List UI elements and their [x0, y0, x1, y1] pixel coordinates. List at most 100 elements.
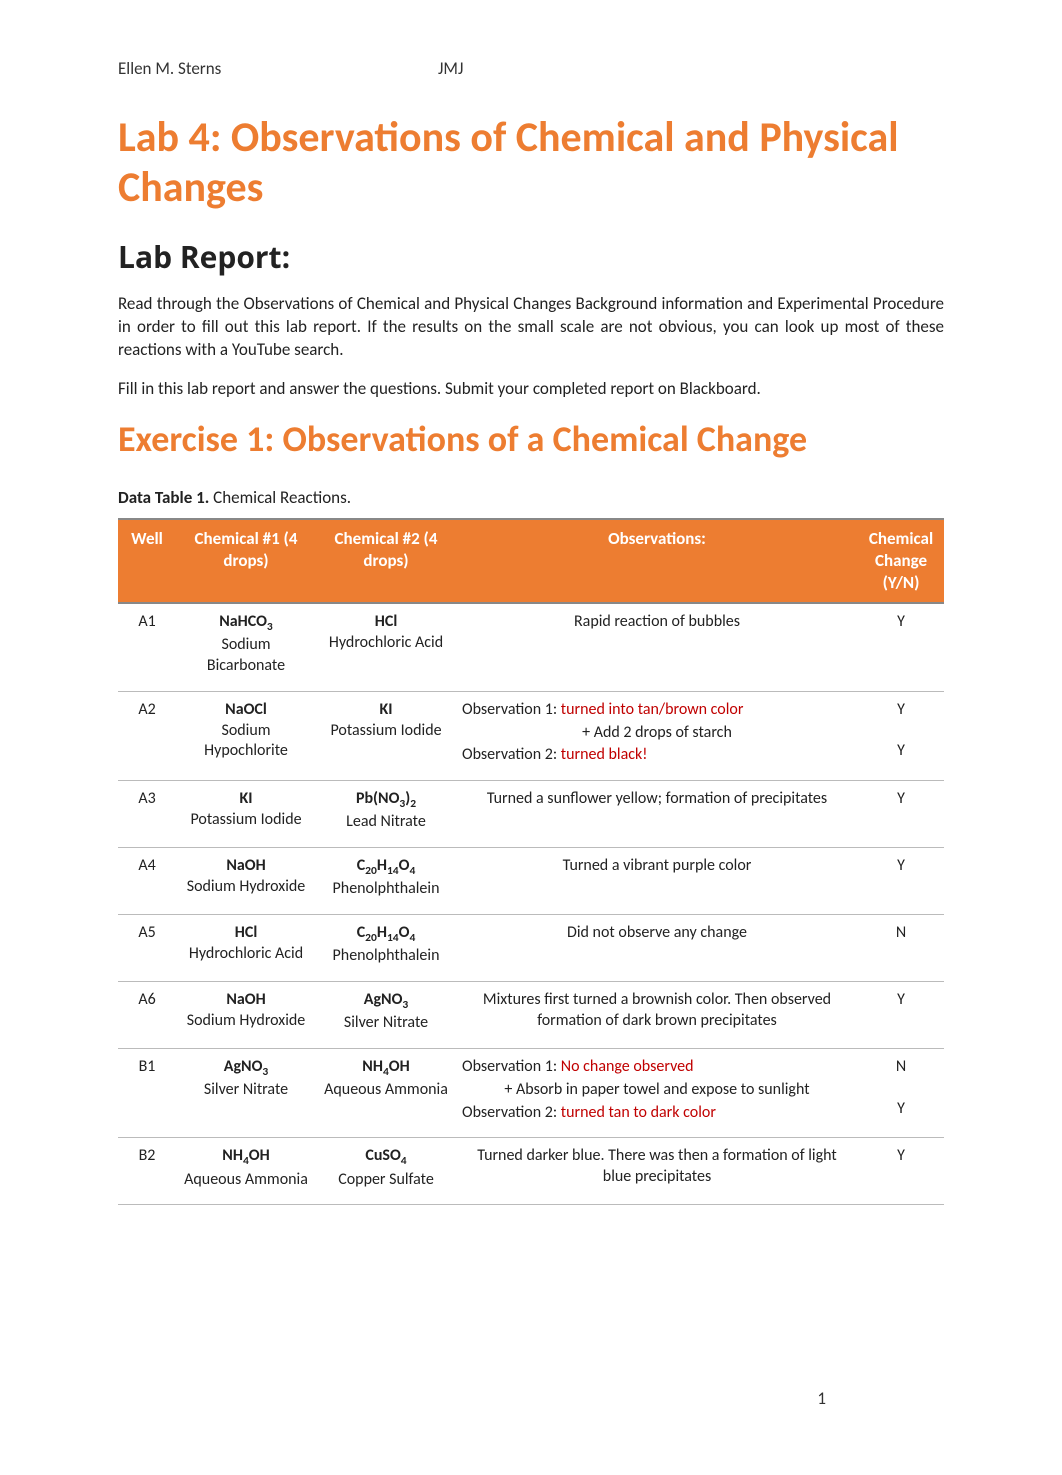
observation-red-text: turned into tan/brown color — [561, 700, 744, 719]
cell-observations: Turned a sunflower yellow; formation of … — [456, 781, 858, 848]
observation-red-text: turned tan to dark color — [561, 1103, 716, 1122]
col-change: Chemical Change (Y/N) — [858, 519, 944, 603]
change-value: N — [864, 923, 938, 944]
observation-line: Observation 1: No change observed — [462, 1057, 852, 1078]
table-body: A1NaHCO3Sodium Bicarbonate HCl Hydrochlori… — [118, 603, 944, 1205]
cell-change: Y Y — [858, 691, 944, 780]
chem1-name: Hydrochloric Acid — [182, 944, 310, 965]
col-chem1: Chemical #1 (4 drops) — [176, 519, 316, 603]
chem1-formula: HCl — [235, 923, 258, 942]
cell-change: N — [858, 915, 944, 982]
table-caption: Data Table 1. Chemical Reactions. — [118, 487, 944, 508]
cell-chem2: KIPotassium Iodide — [316, 691, 456, 780]
table-header-row: Well Chemical #1 (4 drops) Chemical #2 (… — [118, 519, 944, 603]
observation-line: Observation 2: turned tan to dark color — [462, 1103, 852, 1124]
chem1-name: Sodium Hydroxide — [182, 1011, 310, 1032]
change-value: Y — [864, 741, 938, 762]
cell-well: A2 — [118, 691, 176, 780]
table-row: A2NaOClSodium HypochloriteKIPotassium Io… — [118, 691, 944, 780]
chem2-formula: KI — [379, 700, 392, 719]
page-number: 1 — [817, 1388, 826, 1409]
observation-prefix: Observation 2: — [462, 1103, 561, 1122]
header-center: JMJ — [438, 58, 463, 79]
change-value: N — [864, 1057, 938, 1078]
observation-prefix: Observation 2: — [462, 745, 561, 764]
observation-text: Mixtures first turned a brownish color. … — [462, 990, 852, 1032]
cell-change: Y — [858, 781, 944, 848]
author-name: Ellen M. Sterns — [118, 58, 438, 79]
cell-chem1: NaHCO3Sodium Bicarbonate — [176, 603, 316, 691]
cell-well: A6 — [118, 982, 176, 1049]
cell-chem1: KIPotassium Iodide — [176, 781, 316, 848]
observation-line: Observation 2: turned black! — [462, 745, 852, 766]
cell-chem1: NaOHSodium Hydroxide — [176, 982, 316, 1049]
table-row: A6NaOHSodium Hydroxide AgNO3 Silver Nitrat… — [118, 982, 944, 1049]
cell-chem1: NaOClSodium Hypochlorite — [176, 691, 316, 780]
chem2-formula: CuSO4 — [365, 1146, 406, 1165]
change-value: Y — [864, 990, 938, 1011]
change-value — [864, 721, 938, 742]
chem2-formula: C20H14O4 — [357, 923, 416, 942]
chem1-name: Sodium Hydroxide — [182, 877, 310, 898]
cell-chem2: C20H14O4Phenolphthalein — [316, 848, 456, 915]
chem2-formula: C20H14O4 — [357, 856, 416, 875]
chem2-formula: Pb(NO3)2 — [356, 789, 416, 808]
chem1-name: Aqueous Ammonia — [182, 1170, 310, 1191]
observation-text: Turned darker blue. There was then a for… — [462, 1146, 852, 1188]
change-value: Y — [864, 700, 938, 721]
cell-change: Y — [858, 603, 944, 691]
observation-text: Turned a vibrant purple color — [462, 856, 852, 877]
cell-observations: Turned a vibrant purple color — [456, 848, 858, 915]
cell-change: Y — [858, 848, 944, 915]
table-caption-rest: Chemical Reactions. — [209, 487, 351, 508]
cell-chem1: NaOH Sodium Hydroxide — [176, 848, 316, 915]
cell-well: B1 — [118, 1049, 176, 1138]
chem1-name: Sodium Hypochlorite — [182, 721, 310, 763]
cell-observations: Mixtures first turned a brownish color. … — [456, 982, 858, 1049]
cell-chem1: AgNO3Silver Nitrate — [176, 1049, 316, 1138]
chem1-formula: AgNO3 — [224, 1057, 268, 1076]
cell-chem1: NH4OH Aqueous Ammonia — [176, 1138, 316, 1205]
cell-chem1: HCl Hydrochloric Acid — [176, 915, 316, 982]
observation-text: Turned a sunflower yellow; formation of … — [462, 789, 852, 810]
table-row: A4 NaOH Sodium Hydroxide C20H14O4Phenolphth… — [118, 848, 944, 915]
observation-text: Rapid reaction of bubbles — [462, 612, 852, 633]
observation-step: + Absorb in paper towel and expose to su… — [462, 1080, 852, 1101]
chem2-name: Hydrochloric Acid — [322, 633, 450, 654]
chem1-formula: NaOH — [226, 856, 265, 875]
table-row: A5HClHydrochloric AcidC20H14O4Phenolphth… — [118, 915, 944, 982]
col-chem2: Chemical #2 (4 drops) — [316, 519, 456, 603]
cell-chem2: C20H14O4Phenolphthalein — [316, 915, 456, 982]
cell-well: A4 — [118, 848, 176, 915]
exercise-title: Exercise 1: Observations of a Chemical C… — [118, 417, 944, 461]
cell-change: Y — [858, 1138, 944, 1205]
observation-text: Did not observe any change — [462, 923, 852, 944]
table-caption-bold: Data Table 1. — [118, 487, 209, 508]
chem2-formula: AgNO3 — [364, 990, 408, 1009]
cell-chem2: NH4OHAqueous Ammonia — [316, 1049, 456, 1138]
chem2-name: Silver Nitrate — [322, 1013, 450, 1034]
page-header: Ellen M. Sterns JMJ — [118, 58, 944, 79]
cell-observations: Turned darker blue. There was then a for… — [456, 1138, 858, 1205]
chem1-formula: NH4OH — [222, 1146, 269, 1165]
change-value: Y — [864, 856, 938, 877]
chem2-formula: HCl — [375, 612, 398, 631]
chem1-formula: NaHCO3 — [219, 612, 273, 631]
col-observations: Observations: — [456, 519, 858, 603]
cell-chem2: HCl Hydrochloric Acid — [316, 603, 456, 691]
cell-well: B2 — [118, 1138, 176, 1205]
table-row: A1NaHCO3Sodium Bicarbonate HCl Hydrochlori… — [118, 603, 944, 691]
observation-line: Observation 1: turned into tan/brown col… — [462, 700, 852, 721]
table-row: A3KIPotassium IodidePb(NO3)2Lead Nitrate… — [118, 781, 944, 848]
chem2-name: Lead Nitrate — [322, 812, 450, 833]
observation-prefix: Observation 1: — [462, 1057, 561, 1076]
data-table: Well Chemical #1 (4 drops) Chemical #2 (… — [118, 518, 944, 1206]
change-value: Y — [864, 789, 938, 810]
observation-red-text: turned black! — [561, 745, 648, 764]
cell-well: A1 — [118, 603, 176, 691]
observation-step: + Add 2 drops of starch — [462, 723, 852, 744]
observation-red-text: No change observed — [561, 1057, 694, 1076]
cell-observations: Did not observe any change — [456, 915, 858, 982]
change-value: Y — [864, 1099, 938, 1120]
cell-change: Y — [858, 982, 944, 1049]
